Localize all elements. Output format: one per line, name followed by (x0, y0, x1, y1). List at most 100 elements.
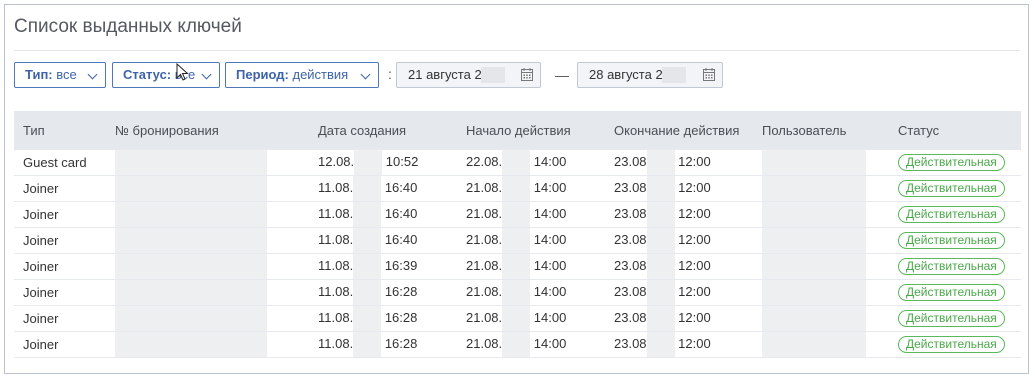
type-filter-dropdown[interactable]: Тип: все (14, 62, 106, 88)
date-from-value: 21 августа 2 (408, 67, 482, 82)
cell-booking (115, 227, 318, 254)
page-title: Список выданных ключей (14, 16, 242, 37)
cell-start: 21.08. 14:00 (466, 175, 614, 202)
redacted-booking-number (115, 150, 267, 175)
cell-booking (115, 305, 318, 332)
cell-status: Действительная (898, 253, 1021, 280)
cell-user (762, 227, 898, 254)
calendar-icon[interactable] (703, 68, 715, 81)
start-time: 14:00 (533, 205, 567, 221)
redacted-user (762, 280, 866, 305)
cell-status: Действительная (898, 149, 1021, 176)
status-filter-dropdown[interactable]: Статус: все (112, 62, 220, 88)
redacted-user (762, 332, 866, 357)
end-date: 23.08 (614, 153, 647, 169)
redacted-text (353, 176, 382, 201)
cell-type: Joiner (14, 253, 115, 280)
end-date: 23.08 (614, 179, 647, 195)
issued-keys-panel: Список выданных ключей Тип: все Статус: … (4, 4, 1029, 374)
redacted-text (646, 176, 675, 201)
cell-end: 23.08 12:00 (614, 253, 762, 280)
redacted-text (502, 228, 531, 253)
cell-status: Действительная (898, 331, 1021, 358)
calendar-icon[interactable] (521, 68, 533, 81)
table-row[interactable]: Joiner 11.08. 16:28 21.08. 14:00 23.08 12:0… (14, 305, 1021, 332)
col-header-end[interactable]: Окончание действия (614, 111, 762, 150)
redacted-text (502, 176, 531, 201)
cell-end: 23.08 12:00 (614, 227, 762, 254)
date-from-input[interactable]: 21 августа 2 (396, 62, 541, 88)
cell-created: 11.08. 16:28 (318, 279, 466, 306)
table-row[interactable]: Joiner 11.08. 16:28 21.08. 14:00 23.08 12:0… (14, 331, 1021, 358)
start-time: 14:00 (533, 153, 567, 169)
redacted-text (646, 306, 675, 331)
cell-end: 23.08 12:00 (614, 305, 762, 332)
redacted-year (481, 67, 505, 83)
cell-start: 21.08. 14:00 (466, 201, 614, 228)
start-date: 21.08. (466, 179, 503, 195)
end-date: 23.08 (614, 309, 647, 325)
start-time: 14:00 (533, 335, 567, 351)
created-date: 11.08. (318, 309, 354, 325)
redacted-booking-number (115, 254, 267, 279)
col-header-created[interactable]: Дата создания (318, 111, 466, 150)
redacted-booking-number (115, 306, 267, 331)
period-filter-dropdown[interactable]: Период: действия (225, 62, 379, 88)
end-time: 12:00 (678, 257, 711, 273)
cell-end: 23.08 12:00 (614, 331, 762, 358)
redacted-booking-number (115, 176, 267, 201)
end-date: 23.08 (614, 283, 647, 299)
redacted-text (353, 306, 382, 331)
redacted-user (762, 306, 866, 331)
mouse-cursor-icon (176, 63, 189, 81)
redacted-text (646, 150, 675, 175)
cell-start: 21.08. 14:00 (466, 331, 614, 358)
cell-type: Joiner (14, 305, 115, 332)
start-date: 21.08. (466, 283, 503, 299)
redacted-text (646, 202, 675, 227)
start-date: 21.08. (466, 309, 503, 325)
status-badge: Действительная (898, 336, 1005, 353)
col-header-user[interactable]: Пользователь (762, 111, 898, 150)
date-to-input[interactable]: 28 августа 2 (577, 62, 723, 88)
cell-start: 21.08. 14:00 (466, 279, 614, 306)
created-time: 16:40 (384, 179, 418, 195)
key-type: Joiner (23, 233, 59, 248)
table-row[interactable]: Joiner 11.08. 16:39 21.08. 14:00 23.08 12:0… (14, 253, 1021, 280)
cell-created: 11.08. 16:40 (318, 227, 466, 254)
chevron-down-icon (201, 69, 212, 80)
period-filter-value: действия (292, 67, 349, 82)
created-time: 16:28 (384, 309, 418, 325)
redacted-user (762, 150, 866, 175)
redacted-text (353, 332, 382, 357)
cell-start: 22.08. 14:00 (466, 149, 614, 176)
created-date: 11.08. (318, 283, 354, 299)
end-date: 23.08 (614, 257, 647, 273)
end-time: 12:00 (678, 205, 711, 221)
table-row[interactable]: Joiner 11.08. 16:40 21.08. 14:00 23.08 12:0… (14, 201, 1021, 228)
cell-user (762, 175, 898, 202)
cell-user (762, 253, 898, 280)
cell-booking (115, 279, 318, 306)
start-time: 14:00 (533, 179, 567, 195)
cell-status: Действительная (898, 175, 1021, 202)
period-colon: : (388, 66, 392, 82)
cell-status: Действительная (898, 227, 1021, 254)
cell-user (762, 149, 898, 176)
table-row[interactable]: Joiner 11.08. 16:28 21.08. 14:00 23.08 12:0… (14, 279, 1021, 306)
redacted-user (762, 202, 866, 227)
created-time: 16:28 (384, 335, 418, 351)
col-header-booking[interactable]: № бронирования (115, 111, 318, 150)
table-row[interactable]: Guest card 12.08. 10:52 22.08. 14:00 23.08 … (14, 149, 1021, 176)
col-header-start[interactable]: Начало действия (466, 111, 614, 150)
cell-booking (115, 201, 318, 228)
redacted-text (502, 202, 531, 227)
col-header-status[interactable]: Статус (898, 111, 1021, 150)
col-header-type[interactable]: Тип (14, 111, 115, 150)
cell-created: 11.08. 16:28 (318, 305, 466, 332)
redacted-booking-number (115, 280, 267, 305)
start-date: 21.08. (466, 231, 503, 247)
table-row[interactable]: Joiner 11.08. 16:40 21.08. 14:00 23.08 12:0… (14, 227, 1021, 254)
status-badge: Действительная (898, 206, 1005, 223)
table-row[interactable]: Joiner 11.08. 16:40 21.08. 14:00 23.08 12:0… (14, 175, 1021, 202)
